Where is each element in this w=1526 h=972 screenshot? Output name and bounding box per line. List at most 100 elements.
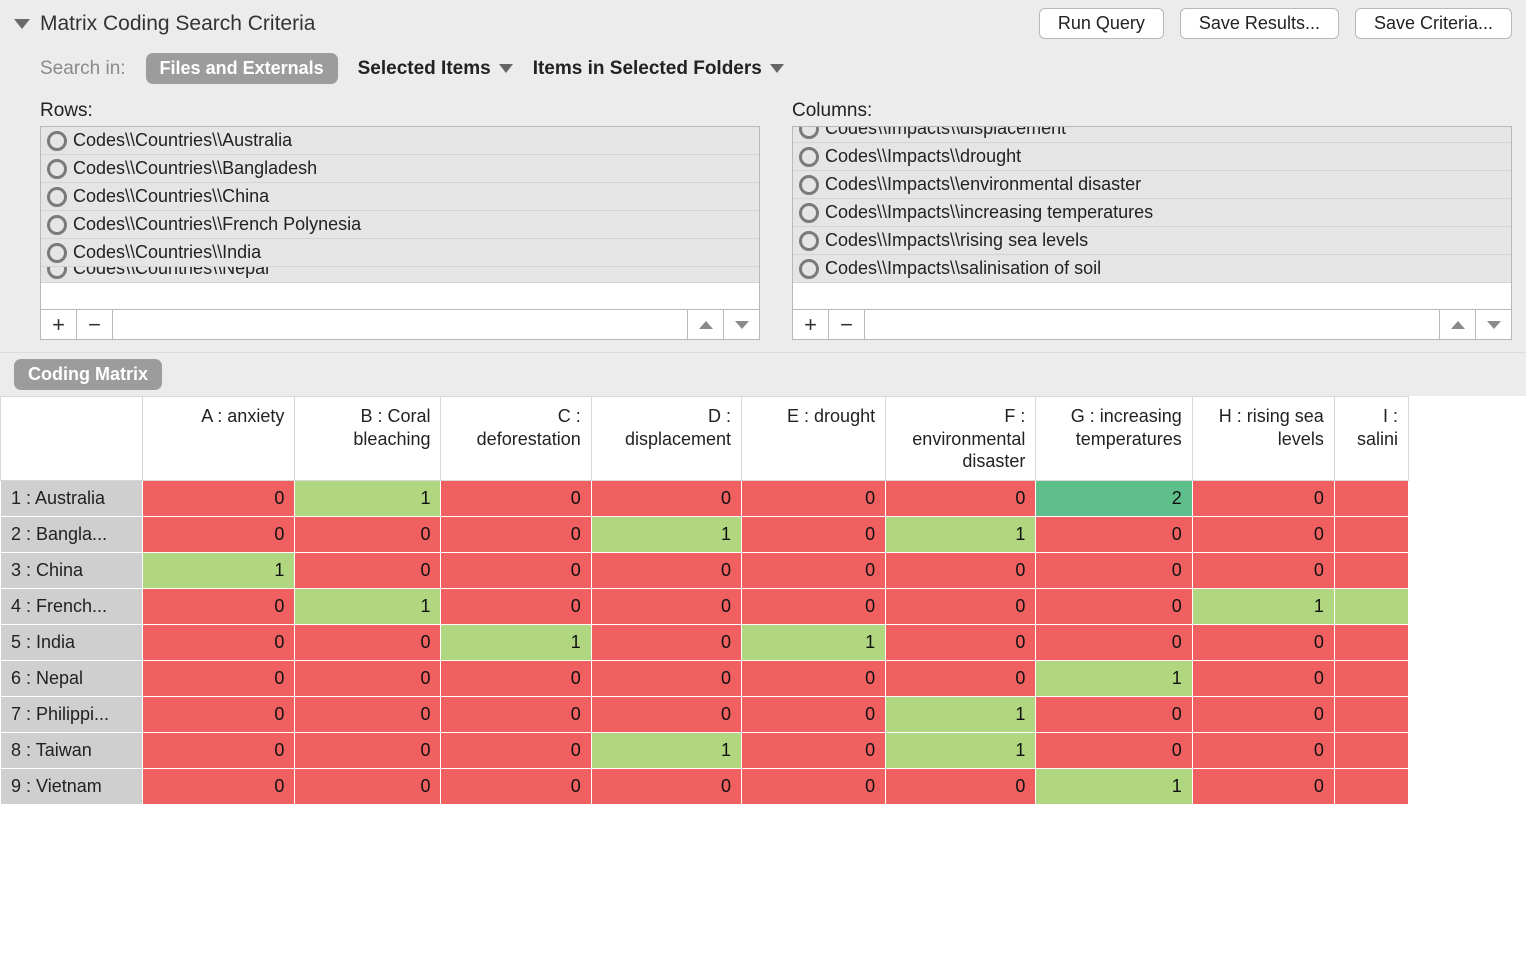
matrix-cell[interactable]: 0 [441,769,591,805]
row-header[interactable]: 5 : India [1,625,143,661]
list-item[interactable]: Codes\\Countries\\Nepal [41,267,759,283]
matrix-cell[interactable] [1334,697,1408,733]
column-header[interactable]: G : increasing temperatures [1036,397,1192,481]
matrix-cell[interactable]: 0 [886,589,1036,625]
matrix-cell[interactable]: 0 [742,517,886,553]
matrix-cell[interactable]: 0 [591,553,741,589]
columns-move-up-button[interactable] [1439,310,1475,339]
matrix-cell[interactable] [1334,517,1408,553]
matrix-cell[interactable]: 0 [143,769,295,805]
row-header[interactable]: 4 : French... [1,589,143,625]
column-header[interactable]: D : displacement [591,397,741,481]
matrix-cell[interactable]: 0 [1036,553,1192,589]
matrix-cell[interactable]: 0 [886,625,1036,661]
matrix-cell[interactable]: 1 [295,589,441,625]
matrix-cell[interactable]: 0 [742,769,886,805]
matrix-cell[interactable] [1334,481,1408,517]
matrix-cell[interactable]: 0 [742,553,886,589]
matrix-cell[interactable]: 0 [886,481,1036,517]
column-header[interactable]: E : drought [742,397,886,481]
column-header[interactable]: B : Coral bleaching [295,397,441,481]
matrix-cell[interactable]: 0 [1192,517,1334,553]
matrix-cell[interactable]: 0 [742,481,886,517]
matrix-cell[interactable]: 0 [441,661,591,697]
matrix-cell[interactable]: 0 [441,589,591,625]
matrix-cell[interactable]: 0 [1036,733,1192,769]
matrix-cell[interactable]: 0 [441,553,591,589]
list-item[interactable]: Codes\\Impacts\\displacement [793,127,1511,143]
matrix-cell[interactable]: 0 [1192,625,1334,661]
matrix-cell[interactable]: 2 [1036,481,1192,517]
matrix-cell[interactable]: 0 [295,661,441,697]
matrix-cell[interactable]: 0 [1036,697,1192,733]
matrix-cell[interactable]: 0 [143,661,295,697]
matrix-cell[interactable]: 1 [441,625,591,661]
columns-add-button[interactable]: + [793,310,829,339]
row-header[interactable]: 8 : Taiwan [1,733,143,769]
matrix-cell[interactable]: 0 [441,481,591,517]
columns-move-down-button[interactable] [1475,310,1511,339]
coding-matrix-tab[interactable]: Coding Matrix [14,359,162,390]
matrix-cell[interactable]: 1 [591,517,741,553]
matrix-cell[interactable]: 0 [742,661,886,697]
matrix-cell[interactable]: 0 [143,625,295,661]
matrix-cell[interactable]: 0 [1192,733,1334,769]
rows-move-down-button[interactable] [723,310,759,339]
matrix-cell[interactable]: 0 [295,769,441,805]
columns-listbox[interactable]: Codes\\Impacts\\displacement Codes\\Impac… [792,126,1512,310]
column-header[interactable]: H : rising sea levels [1192,397,1334,481]
matrix-cell[interactable]: 0 [441,517,591,553]
matrix-cell[interactable]: 1 [886,517,1036,553]
matrix-cell[interactable]: 0 [441,733,591,769]
matrix-cell[interactable]: 0 [295,517,441,553]
list-item[interactable]: Codes\\Countries\\India [41,239,759,267]
rows-move-up-button[interactable] [687,310,723,339]
column-header[interactable]: C : deforestation [441,397,591,481]
selected-items-dropdown[interactable]: Selected Items [358,58,513,80]
matrix-cell[interactable]: 1 [1036,661,1192,697]
matrix-cell[interactable]: 0 [886,769,1036,805]
matrix-cell[interactable]: 0 [886,661,1036,697]
matrix-cell[interactable]: 0 [1192,697,1334,733]
disclosure-triangle-icon[interactable] [14,19,30,29]
matrix-cell[interactable]: 0 [591,625,741,661]
matrix-cell[interactable]: 0 [143,697,295,733]
matrix-cell[interactable]: 0 [295,733,441,769]
rows-remove-button[interactable]: − [77,310,113,339]
matrix-cell[interactable]: 0 [295,553,441,589]
matrix-cell[interactable] [1334,553,1408,589]
matrix-cell[interactable]: 0 [1036,589,1192,625]
matrix-cell[interactable]: 1 [1192,589,1334,625]
list-item[interactable]: Codes\\Impacts\\salinisation of soil [793,255,1511,283]
matrix-cell[interactable]: 0 [591,697,741,733]
matrix-cell[interactable] [1334,625,1408,661]
matrix-cell[interactable] [1334,661,1408,697]
items-in-folders-dropdown[interactable]: Items in Selected Folders [533,58,784,80]
row-header[interactable]: 9 : Vietnam [1,769,143,805]
matrix-cell[interactable]: 0 [742,733,886,769]
matrix-cell[interactable]: 0 [143,733,295,769]
matrix-cell[interactable]: 1 [295,481,441,517]
list-item[interactable]: Codes\\Impacts\\rising sea levels [793,227,1511,255]
matrix-cell[interactable]: 1 [143,553,295,589]
row-header[interactable]: 2 : Bangla... [1,517,143,553]
list-item[interactable]: Codes\\Countries\\Australia [41,127,759,155]
save-criteria-button[interactable]: Save Criteria... [1355,8,1512,39]
list-item[interactable]: Codes\\Countries\\China [41,183,759,211]
matrix-cell[interactable]: 0 [591,769,741,805]
matrix-cell[interactable]: 0 [143,481,295,517]
matrix-cell[interactable] [1334,769,1408,805]
list-item[interactable]: Codes\\Impacts\\increasing temperatures [793,199,1511,227]
matrix-cell[interactable]: 0 [1192,481,1334,517]
matrix-cell[interactable]: 0 [1192,661,1334,697]
matrix-cell[interactable]: 0 [143,589,295,625]
run-query-button[interactable]: Run Query [1039,8,1164,39]
matrix-cell[interactable]: 1 [591,733,741,769]
matrix-cell[interactable] [1334,733,1408,769]
matrix-cell[interactable]: 1 [742,625,886,661]
row-header[interactable]: 6 : Nepal [1,661,143,697]
column-header[interactable]: F : environmental disaster [886,397,1036,481]
list-item[interactable]: Codes\\Countries\\French Polynesia [41,211,759,239]
matrix-cell[interactable] [1334,589,1408,625]
matrix-cell[interactable]: 0 [1192,553,1334,589]
